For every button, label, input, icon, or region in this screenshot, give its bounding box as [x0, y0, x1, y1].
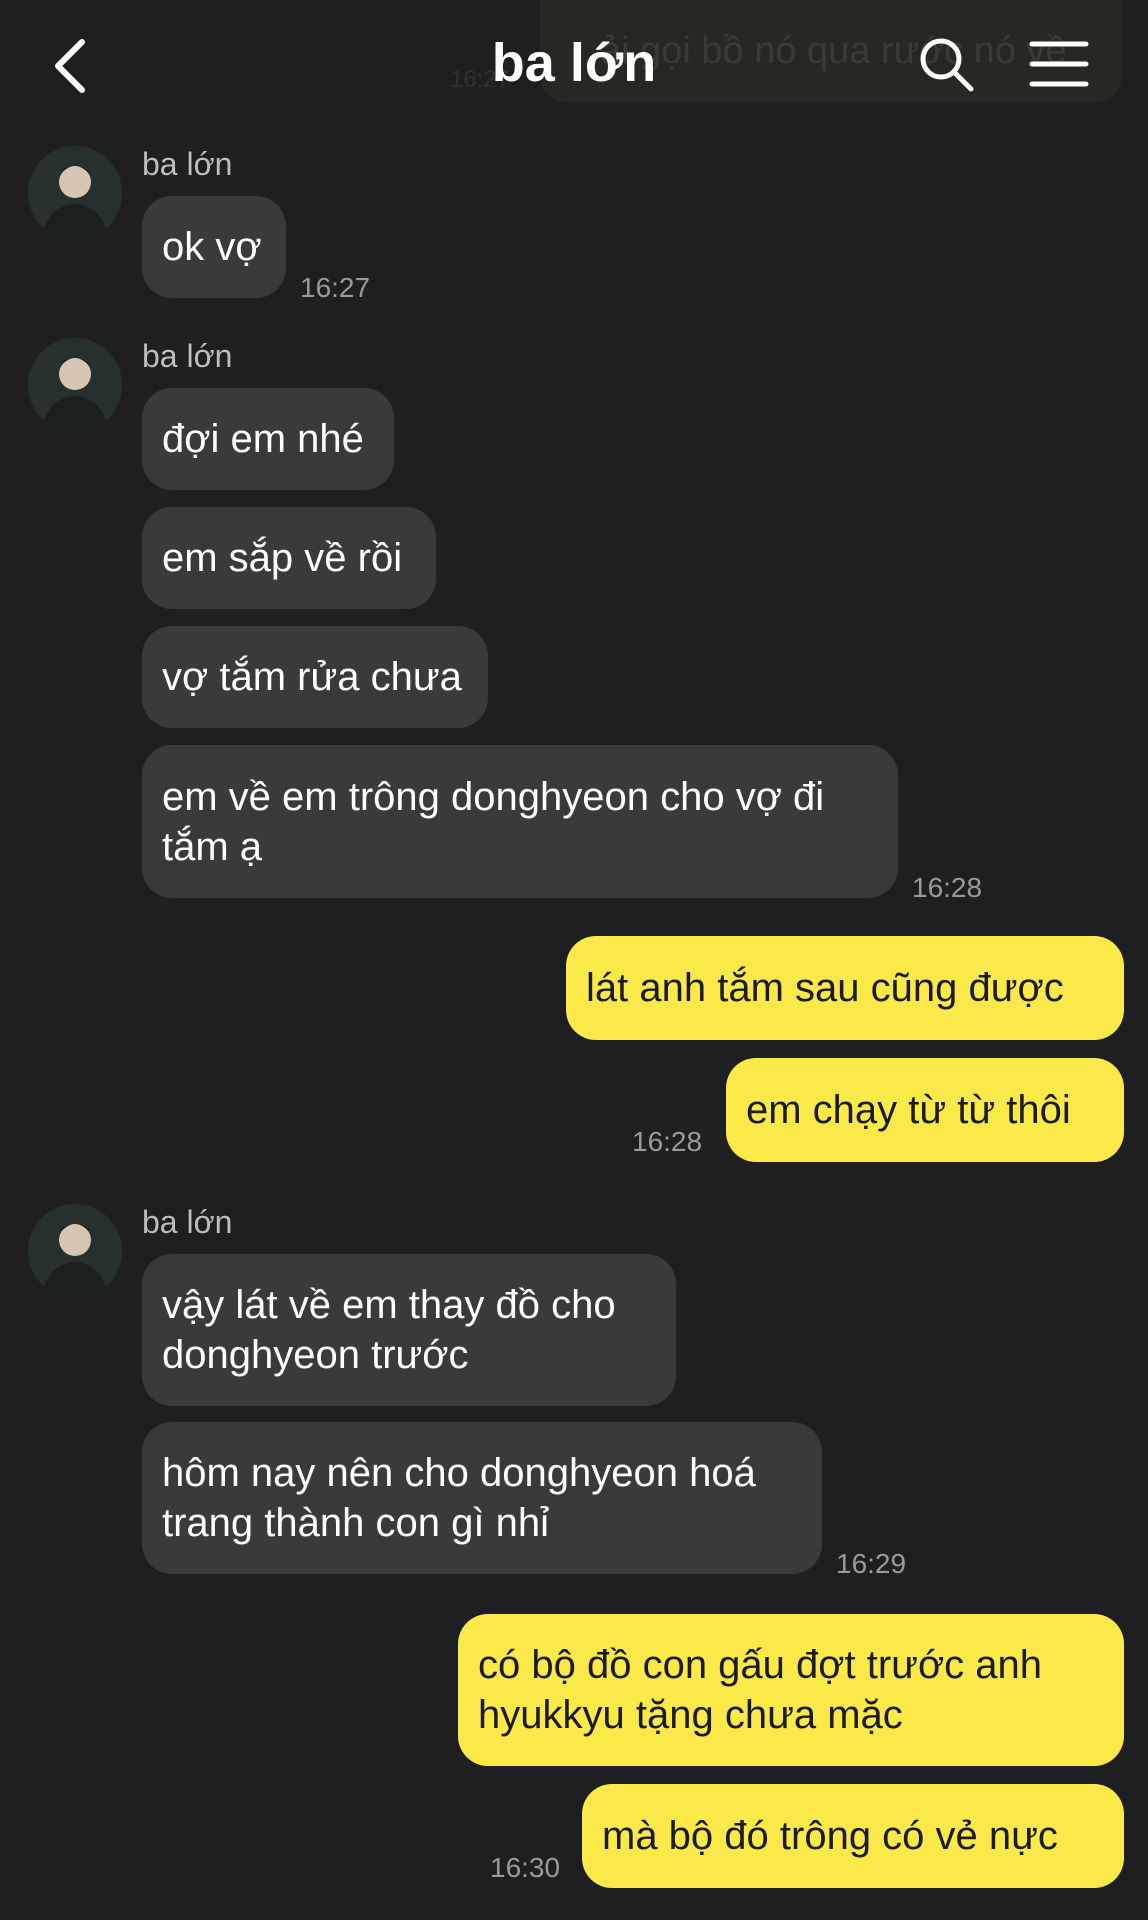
avatar[interactable] [28, 1204, 122, 1298]
message-bubble[interactable]: em sắp về rồi [142, 507, 436, 609]
message-time: 16:28 [912, 872, 983, 903]
outgoing-message-bubble[interactable]: có bộ đồ con gấu đợt trước anh hyukkyu t… [458, 1614, 1124, 1766]
outgoing-message-bubble[interactable]: em chạy từ từ thôi [726, 1058, 1124, 1162]
avatar[interactable] [28, 338, 122, 432]
profile-photo-icon [28, 338, 122, 432]
profile-photo-icon [28, 1204, 122, 1298]
message-time: 16:30 [490, 1852, 561, 1883]
message-time: 16:28 [632, 1126, 703, 1157]
menu-button[interactable] [1028, 38, 1090, 90]
hamburger-menu-icon [1029, 41, 1089, 87]
profile-photo-icon [28, 146, 122, 240]
message-bubble[interactable]: ok vợ [142, 196, 286, 298]
avatar[interactable] [28, 146, 122, 240]
sender-name: ba lớn [142, 146, 233, 182]
search-icon [920, 38, 974, 92]
message-bubble[interactable]: vợ tắm rửa chưa [142, 626, 488, 728]
sender-name: ba lớn [142, 338, 233, 374]
message-time: 16:29 [836, 1548, 907, 1579]
outgoing-message-bubble[interactable]: mà bộ đó trông có vẻ nực [582, 1784, 1124, 1888]
message-bubble[interactable]: đợi em nhé [142, 388, 394, 490]
message-bubble[interactable]: hôm nay nên cho donghyeon hoá trang thàn… [142, 1422, 822, 1574]
search-button[interactable] [916, 34, 978, 96]
chat-header: ải gọi bồ nó qua rước nó về 16:27 ba lớn [0, 0, 1148, 130]
outgoing-message-bubble[interactable]: lát anh tắm sau cũng được [566, 936, 1124, 1040]
message-time: 16:27 [300, 272, 371, 303]
message-bubble[interactable]: vậy lát về em thay đồ cho donghyeon trướ… [142, 1254, 676, 1406]
message-bubble[interactable]: em về em trông donghyeon cho vợ đi tắm ạ [142, 745, 898, 898]
sender-name: ba lớn [142, 1204, 233, 1240]
